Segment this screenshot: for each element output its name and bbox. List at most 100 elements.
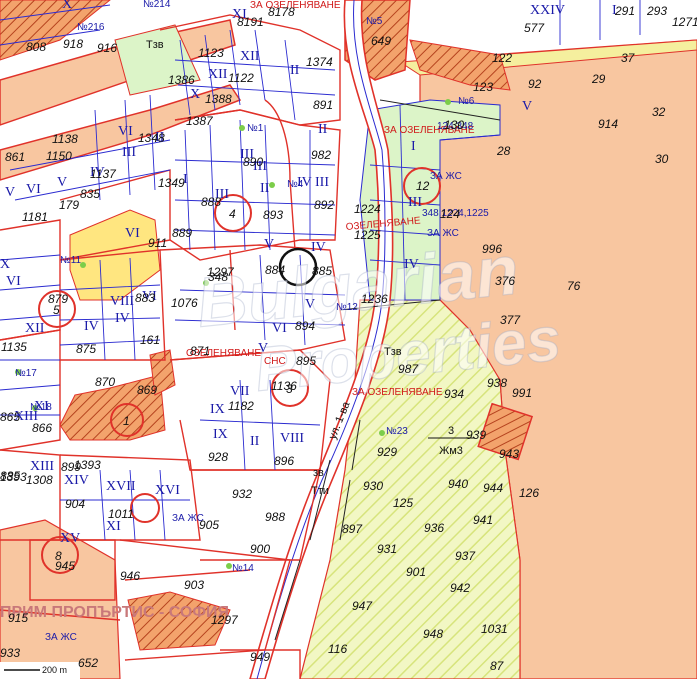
map-canvas[interactable]: Bulgarian Properties ПРИМ ПРОПЪРТИС - СО…: [0, 0, 697, 679]
parcel-number: 1271: [672, 15, 697, 29]
roman-numeral: XVII: [106, 479, 136, 494]
parcel-number: 911: [148, 236, 167, 250]
parcel-number: 933: [0, 646, 20, 660]
parcel-number: 948: [423, 627, 443, 641]
roman-numeral: IV: [84, 319, 99, 334]
roman-numeral: VI: [118, 124, 133, 139]
parcel-number: 931: [377, 542, 397, 556]
parcel-number: 901: [406, 565, 426, 579]
parcel-number: 87: [490, 659, 505, 673]
company-text: ПРИМ ПРОПЪРТИС - СОФИЯ: [0, 604, 229, 621]
parcel-number: 28: [496, 144, 511, 158]
parcel-number: 949: [250, 650, 270, 664]
parcel-number: 899: [61, 460, 81, 474]
roman-numeral: VIII: [110, 294, 134, 309]
parcel-number: 895: [296, 354, 316, 368]
hash-label: №216: [77, 22, 105, 33]
parcel-number: 890: [243, 155, 263, 169]
parcel-number: 1224: [354, 202, 381, 216]
hash-label: №23: [386, 426, 408, 437]
parcel-number: 896: [274, 454, 294, 468]
parcel-number: 179: [59, 198, 79, 212]
roman-numeral: VI: [26, 182, 41, 197]
scale-label: 200 m: [42, 665, 67, 675]
parcel-number: 1137: [90, 167, 117, 181]
parcel-number: 348: [208, 270, 228, 284]
hash-label: №5: [366, 16, 383, 27]
parcel-number: 871: [190, 344, 210, 358]
parcel-number: 293: [646, 4, 667, 18]
parcel-number: 875: [76, 342, 96, 356]
parcel-number: 1225: [354, 228, 381, 242]
parcel-number: 652: [78, 656, 98, 670]
parcel-number: 835: [80, 187, 100, 201]
hash-label: №214: [143, 0, 171, 10]
parcel-number: 914: [598, 117, 618, 131]
parcel-number: 37: [621, 51, 636, 65]
parcel-number: 130: [444, 118, 464, 132]
parcel-number: 1011: [108, 507, 134, 521]
parcel-number: 904: [65, 497, 85, 511]
roman-numeral: II: [250, 434, 260, 449]
parcel-number: 161: [140, 333, 160, 347]
parcel-number: 932: [232, 487, 252, 501]
parcel-number: 1076: [171, 296, 198, 310]
hash-label: №12: [336, 302, 358, 313]
parcel-number: 866: [32, 421, 52, 435]
parcel-number: 1236: [361, 292, 388, 306]
zoning-top: 3: [448, 425, 454, 437]
roman-numeral: VIII: [280, 431, 304, 446]
roman-numeral: II: [260, 181, 270, 196]
circle-label: 1: [123, 414, 130, 428]
parcel-number: 897: [342, 522, 363, 536]
roman-numeral: X: [0, 257, 10, 272]
parcel-number: 124: [440, 207, 460, 221]
roman-numeral: IV: [297, 175, 312, 190]
parcel-number: 996: [482, 242, 502, 256]
roman-numeral: VI: [125, 226, 140, 241]
parcel-number: 916: [97, 41, 117, 55]
parcel-number: 1123: [198, 46, 224, 60]
parcel-number: 376: [495, 274, 515, 288]
cadastral-map[interactable]: Bulgarian Properties ПРИМ ПРОПЪРТИС - СО…: [0, 0, 697, 679]
parcel-number: 915: [8, 611, 28, 625]
roman-numeral: III: [408, 195, 422, 210]
red-note: ЗА ОЗЕЛЕНЯВАНЕ: [352, 387, 443, 398]
roman-numeral: V: [522, 99, 532, 114]
parcel-number: 30: [655, 152, 669, 166]
parcel-number: 808: [26, 40, 46, 54]
circle-label: 12: [416, 179, 430, 193]
parcel-number: 291: [614, 4, 635, 18]
blue-note: ЗА ЖС: [430, 171, 462, 182]
roman-numeral: XV: [60, 531, 80, 546]
parcel-number: 982: [311, 148, 331, 162]
parcel-number: 1308: [26, 473, 53, 487]
roman-numeral: XVI: [155, 483, 180, 498]
roman-numeral: XI: [106, 519, 121, 534]
parcel-number: 905: [199, 518, 219, 532]
parcel-number: 649: [371, 34, 391, 48]
roman-numeral: V: [258, 341, 268, 356]
parcel-number: 987: [398, 362, 419, 376]
circle-label: 4: [229, 207, 236, 221]
parcel-number: 988: [265, 510, 285, 524]
roman-numeral: X: [190, 87, 200, 102]
blue-note: ЗА ЖС: [427, 228, 459, 239]
roman-numeral: VI: [6, 274, 21, 289]
parcel-number: 928: [208, 450, 228, 464]
parcel-number: 1138: [52, 132, 78, 146]
parcel-number: 892: [314, 198, 334, 212]
parcel-number: 934: [444, 387, 464, 401]
parcel-number: 929: [377, 445, 397, 459]
zoning-bottom: Жм3: [439, 445, 463, 457]
parcel-number: 1182: [228, 399, 254, 413]
roman-numeral: X: [62, 0, 72, 12]
parcel-number: 885: [0, 469, 20, 483]
parcel-number: 938: [487, 376, 507, 390]
roman-numeral: IV: [115, 311, 130, 326]
parcel-number: 869: [137, 383, 157, 397]
parcel-number: 377: [500, 313, 521, 327]
parcel-number: 8191: [237, 15, 264, 29]
parcel-number: 947: [352, 599, 373, 613]
red-note: ЗА ОЗЕЛЕНЯВАНЕ: [250, 0, 341, 11]
